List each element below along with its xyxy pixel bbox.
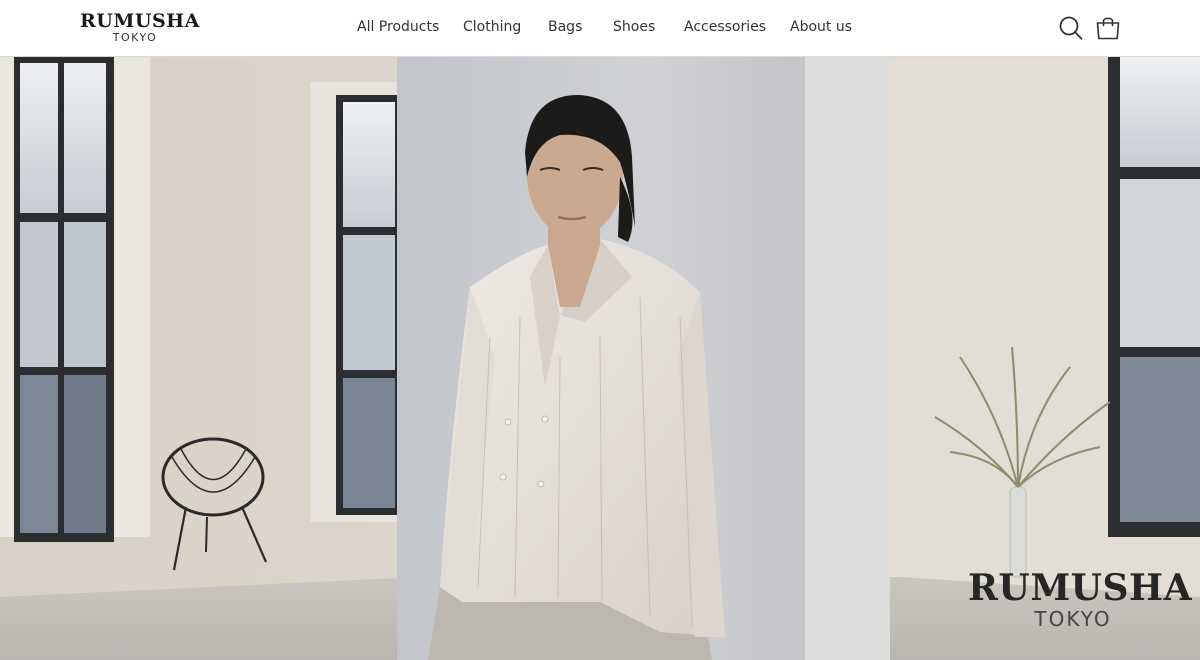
main-nav: All Products Clothing Bags Shoes Accesso… (0, 0, 1200, 57)
nav-about-us[interactable]: About us (790, 19, 852, 35)
nav-bags[interactable]: Bags (548, 19, 582, 35)
search-button[interactable] (1058, 14, 1084, 42)
site-header: RUMUSHA TOKYO All Products Clothing Bags… (0, 0, 1200, 57)
nav-all-products[interactable]: All Products (357, 19, 439, 35)
hero-banner[interactable]: RUMUSHA TOKYO (0, 57, 1200, 660)
nav-accessories[interactable]: Accessories (684, 19, 766, 35)
search-icon (1059, 16, 1083, 40)
cart-button[interactable] (1095, 14, 1121, 42)
hero-watermark-sub: TOKYO (1034, 607, 1112, 631)
shopping-bag-icon (1096, 17, 1120, 40)
nav-shoes[interactable]: Shoes (613, 19, 655, 35)
hero-watermark-name: RUMUSHA (968, 567, 1192, 609)
nav-clothing[interactable]: Clothing (463, 19, 521, 35)
hero-watermark-logo: RUMUSHA TOKYO (968, 567, 1192, 631)
